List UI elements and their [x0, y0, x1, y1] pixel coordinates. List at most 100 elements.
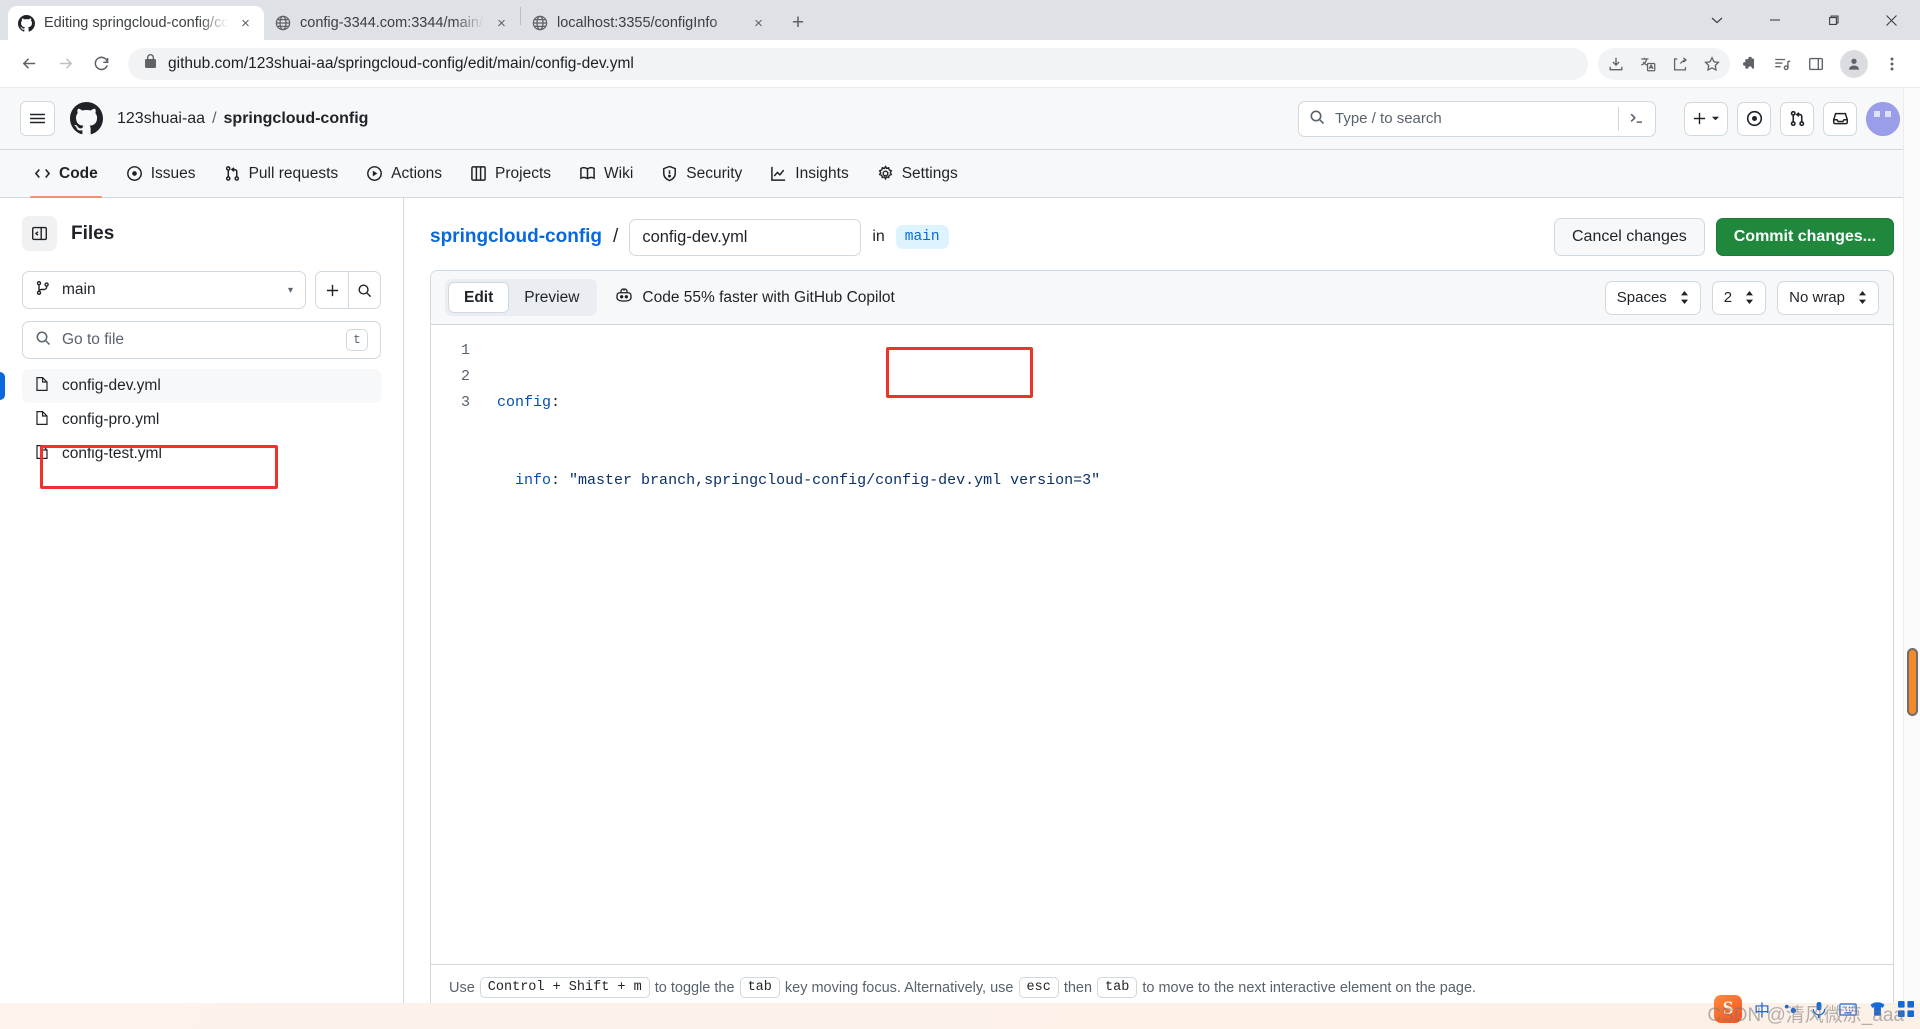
file-name: config-pro.yml	[62, 411, 160, 428]
chevron-down-icon: ▾	[287, 284, 293, 296]
git-branch-icon	[35, 280, 51, 301]
page-scrollbar[interactable]	[1903, 88, 1920, 1029]
file-list: config-dev.yml config-pro.yml config-tes…	[0, 369, 381, 471]
close-icon[interactable]	[1862, 0, 1920, 40]
browser-tab-title: localhost:3355/configInfo	[557, 15, 718, 31]
nav-item-label: Settings	[901, 164, 958, 182]
close-icon[interactable]: ×	[493, 15, 510, 32]
indent-size-select[interactable]: 2	[1711, 280, 1767, 315]
file-icon	[34, 410, 50, 431]
nav-item-projects[interactable]: Projects	[458, 150, 563, 197]
address-bar[interactable]: github.com/123shuai-aa/springcloud-confi…	[128, 47, 1588, 80]
forward-button[interactable]	[48, 47, 82, 81]
file-editor: springcloud-config / config-dev.yml in m…	[404, 198, 1920, 1029]
reading-list-icon[interactable]	[1766, 48, 1798, 80]
side-panel-icon[interactable]	[1800, 48, 1832, 80]
nav-item-issues[interactable]: Issues	[114, 150, 208, 197]
nav-item-code[interactable]: Code	[22, 150, 110, 198]
kbd-tab: tab	[739, 977, 780, 998]
nav-item-actions[interactable]: Actions	[354, 150, 454, 197]
breadcrumb-repo[interactable]: springcloud-config	[224, 110, 369, 128]
tab-preview[interactable]: Preview	[509, 282, 594, 313]
share-icon[interactable]	[1664, 48, 1696, 80]
minimize-icon[interactable]	[1746, 0, 1804, 40]
more-menu-icon[interactable]	[1876, 48, 1908, 80]
hamburger-icon[interactable]	[20, 101, 55, 136]
copilot-promo[interactable]: Code 55% faster with GitHub Copilot	[615, 286, 895, 309]
browser-tab[interactable]: localhost:3355/configInfo ×	[521, 6, 777, 40]
editor-toolbar: Edit Preview Code 55% faster with GitHub…	[431, 271, 1893, 325]
nav-item-settings[interactable]: Settings	[865, 150, 970, 197]
reload-button[interactable]	[84, 47, 118, 81]
branch-selector[interactable]: main ▾	[22, 271, 306, 309]
nav-item-security[interactable]: Security	[649, 150, 754, 197]
scrollbar-thumb[interactable]	[1907, 648, 1918, 716]
commit-changes-button[interactable]: Commit changes...	[1715, 218, 1894, 256]
chevron-down-icon[interactable]	[1688, 0, 1746, 40]
page-actions-group	[1598, 47, 1730, 80]
copilot-icon	[615, 286, 633, 309]
yaml-key: config	[497, 394, 552, 411]
avatar[interactable]	[1866, 101, 1900, 136]
cancel-changes-button[interactable]: Cancel changes	[1554, 218, 1705, 256]
in-label: in	[872, 228, 885, 245]
wrap-mode-select[interactable]: No wrap	[1777, 280, 1879, 315]
browser-tab-title: Editing springcloud-config/co	[44, 15, 228, 31]
lock-icon	[144, 53, 157, 74]
kbd-esc: esc	[1018, 977, 1059, 998]
code-editor[interactable]: 1 2 3 config: info: "master branch,sprin…	[431, 325, 1893, 964]
branch-name: main	[62, 281, 96, 298]
line-number: 2	[460, 368, 470, 385]
file-item-config-pro[interactable]: config-pro.yml	[22, 403, 381, 437]
hint-part-2: to toggle the	[654, 979, 735, 996]
breadcrumb-separator: /	[212, 109, 217, 127]
search-input[interactable]: Type / to search	[1298, 100, 1656, 137]
nav-item-label: Code	[59, 164, 98, 182]
nav-item-label: Projects	[495, 164, 552, 182]
nav-item-insights[interactable]: Insights	[758, 150, 860, 197]
nav-item-label: Issues	[150, 164, 196, 182]
close-icon[interactable]: ×	[750, 15, 767, 32]
yaml-key: info	[515, 472, 552, 489]
breadcrumb: 123shuai-aa / springcloud-config	[117, 110, 368, 128]
browser-tab[interactable]: Editing springcloud-config/co ×	[8, 6, 264, 40]
nav-item-label: Pull requests	[248, 164, 339, 182]
nav-item-label: Security	[686, 164, 743, 182]
search-files-button[interactable]	[348, 271, 381, 309]
code-content[interactable]: config: info: "master branch,springcloud…	[483, 325, 1893, 964]
nav-item-wiki[interactable]: Wiki	[567, 150, 645, 197]
bookmark-star-icon[interactable]	[1696, 48, 1728, 80]
issues-button[interactable]	[1737, 101, 1771, 136]
extensions-icon[interactable]	[1732, 48, 1764, 80]
browser-tab[interactable]: config-3344.com:3344/main/c ×	[264, 6, 520, 40]
close-icon[interactable]: ×	[237, 15, 254, 32]
nav-item-pull-requests[interactable]: Pull requests	[212, 150, 351, 197]
pull-requests-button[interactable]	[1780, 101, 1814, 136]
filename-input[interactable]: config-dev.yml	[629, 218, 862, 256]
translate-icon[interactable]	[1632, 48, 1664, 80]
breadcrumb-owner[interactable]: 123shuai-aa	[117, 110, 205, 128]
indent-mode-select[interactable]: Spaces	[1604, 280, 1701, 315]
sidebar-collapse-icon[interactable]	[22, 216, 57, 251]
download-icon[interactable]	[1600, 48, 1632, 80]
file-item-config-dev[interactable]: config-dev.yml	[0, 369, 381, 403]
branch-badge: main	[895, 225, 949, 249]
file-item-config-test[interactable]: config-test.yml	[22, 437, 381, 471]
wrap-mode-value: No wrap	[1789, 289, 1845, 306]
github-mark-icon[interactable]	[69, 102, 103, 136]
new-tab-button[interactable]: +	[783, 8, 813, 38]
repo-link[interactable]: springcloud-config	[430, 226, 602, 248]
go-to-file-input[interactable]: Go to file t	[22, 321, 381, 359]
tab-edit[interactable]: Edit	[448, 282, 510, 313]
create-new-button[interactable]	[1684, 101, 1728, 136]
back-button[interactable]	[12, 47, 46, 81]
profile-icon[interactable]	[1840, 49, 1868, 78]
hint-part-3: key moving focus. Alternatively, use	[784, 979, 1014, 996]
notifications-button[interactable]	[1823, 101, 1857, 136]
files-sidebar: Files main ▾ Go to file t config-dev.yml…	[0, 198, 404, 1029]
editor-header-actions: Cancel changes Commit changes...	[1554, 218, 1894, 256]
maximize-icon[interactable]	[1804, 0, 1862, 40]
terminal-icon[interactable]	[1618, 106, 1645, 131]
add-file-button[interactable]	[315, 271, 348, 309]
yaml-indent	[497, 472, 515, 489]
